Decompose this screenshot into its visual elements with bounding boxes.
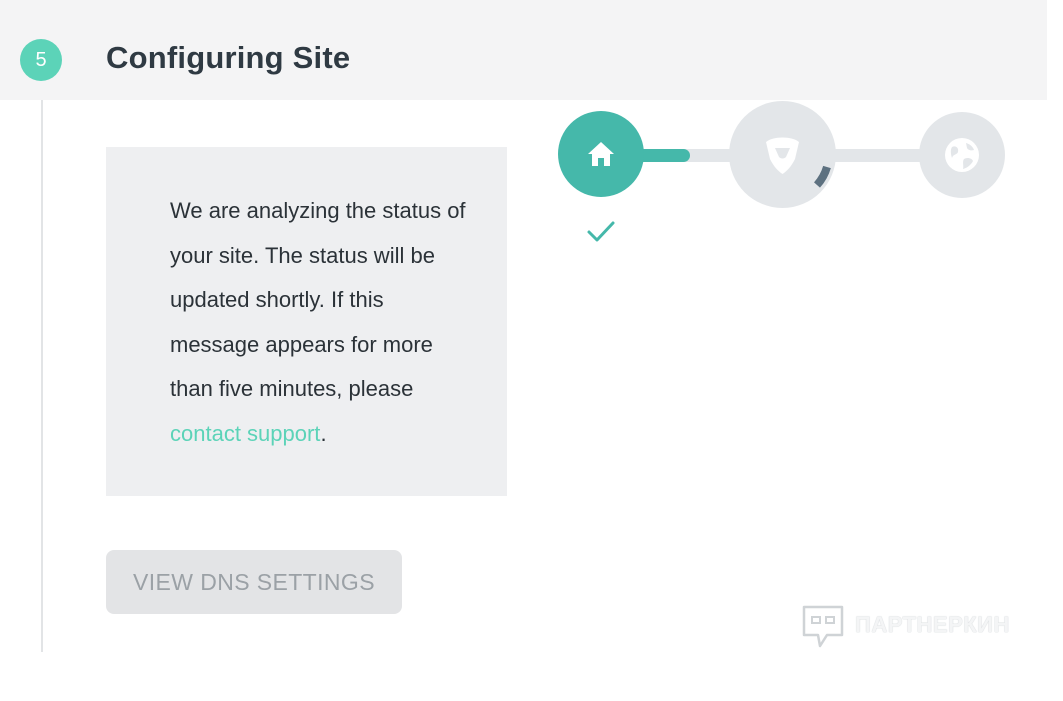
step-number-badge: 5 xyxy=(20,39,62,81)
stage-home xyxy=(558,111,644,197)
status-message-text: We are analyzing the status of your site… xyxy=(170,198,466,402)
status-message-suffix: . xyxy=(320,420,327,446)
contact-support-link[interactable]: contact support xyxy=(170,421,320,446)
watermark: ПАРТНЕРКИН xyxy=(801,604,1016,652)
watermark-logo-icon xyxy=(802,605,844,648)
status-message: We are analyzing the status of your site… xyxy=(170,189,470,457)
watermark-text: ПАРТНЕРКИН xyxy=(855,612,1010,637)
check-icon xyxy=(587,221,615,242)
stage-security xyxy=(729,101,836,208)
step-title: Configuring Site xyxy=(106,40,351,75)
stage-publish xyxy=(919,112,1005,198)
progress-track-2 xyxy=(830,149,930,162)
home-icon xyxy=(588,142,614,166)
step-header: 5 Configuring Site xyxy=(0,0,1047,100)
status-message-box: We are analyzing the status of your site… xyxy=(106,147,507,496)
globe-icon xyxy=(945,138,979,172)
view-dns-settings-button[interactable]: VIEW DNS SETTINGS xyxy=(106,550,402,614)
shield-icon xyxy=(766,137,831,188)
